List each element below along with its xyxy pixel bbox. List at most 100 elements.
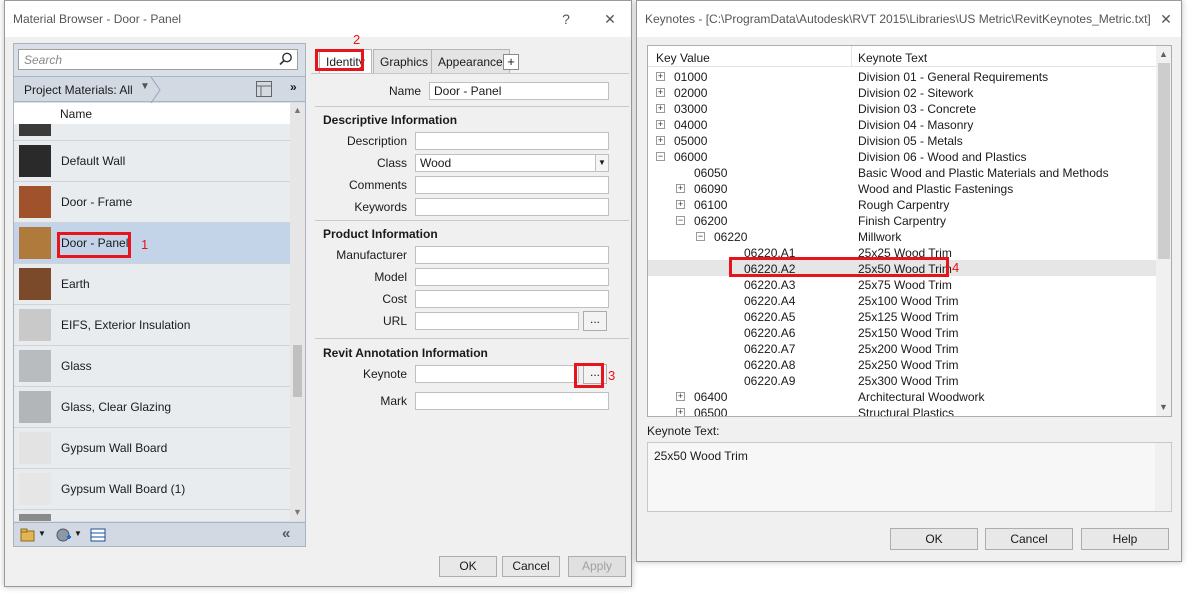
search-icon[interactable] — [278, 51, 294, 67]
tree-row[interactable]: +05000 Division 05 - Metals — [648, 132, 1156, 148]
expand-icon[interactable]: + — [656, 72, 665, 81]
tree-row[interactable]: 06220.A5 25x125 Wood Trim — [648, 308, 1156, 324]
keywords-field[interactable] — [415, 198, 609, 216]
material-browser-titlebar: Material Browser - Door - Panel ? ✕ — [5, 1, 631, 37]
help-button[interactable]: ? — [555, 9, 577, 29]
asset-browser-icon[interactable] — [90, 527, 106, 543]
scrollbar-thumb[interactable] — [293, 345, 302, 397]
scroll-down-icon[interactable]: ▼ — [293, 507, 302, 517]
help-button[interactable]: Help — [1081, 528, 1169, 550]
tree-row[interactable]: +06400 Architectural Woodwork — [648, 388, 1156, 404]
new-material-icon[interactable] — [56, 527, 72, 543]
ok-button[interactable]: OK — [439, 556, 497, 577]
scrollbar-thumb[interactable] — [1158, 63, 1170, 259]
mark-field[interactable] — [415, 392, 609, 410]
material-list-item[interactable] — [14, 510, 290, 521]
description-field[interactable] — [415, 132, 609, 150]
cancel-button[interactable]: Cancel — [502, 556, 560, 577]
class-select[interactable]: Wood ▼ — [415, 154, 609, 172]
close-button[interactable]: ✕ — [599, 9, 621, 29]
tree-row[interactable]: 06050 Basic Wood and Plastic Materials an… — [648, 164, 1156, 180]
chevron-down-icon[interactable]: ▼ — [595, 155, 608, 171]
expand-icon[interactable]: + — [656, 104, 665, 113]
tree-row[interactable]: 06220.A3 25x75 Wood Trim — [648, 276, 1156, 292]
model-field[interactable] — [415, 268, 609, 286]
tab-graphics[interactable]: Graphics — [373, 49, 436, 73]
chevron-down-icon[interactable]: ▼ — [74, 529, 82, 538]
add-asset-button[interactable]: + — [503, 54, 519, 70]
key-value: 03000 — [674, 102, 708, 116]
key-value-header[interactable]: Key Value — [656, 51, 710, 65]
scroll-up-icon[interactable]: ▲ — [1159, 49, 1168, 59]
open-library-icon[interactable] — [20, 527, 36, 543]
tree-row[interactable]: +06090 Wood and Plastic Fastenings — [648, 180, 1156, 196]
collapse-icon[interactable]: − — [656, 152, 665, 161]
tree-row[interactable]: 06220.A8 25x250 Wood Trim — [648, 356, 1156, 372]
collapse-icon[interactable]: − — [696, 232, 705, 241]
comments-field[interactable] — [415, 176, 609, 194]
url-browse-button[interactable]: ... — [583, 311, 607, 331]
view-options-icon[interactable] — [256, 81, 272, 97]
tab-appearance[interactable]: Appearance — [431, 49, 510, 73]
expand-icon[interactable]: + — [656, 120, 665, 129]
tree-row[interactable]: 06220.A6 25x150 Wood Trim — [648, 324, 1156, 340]
tree-row[interactable]: +01000 Division 01 - General Requirements — [648, 68, 1156, 84]
material-list-item[interactable]: Default Roof — [14, 124, 290, 141]
material-list-item[interactable]: Door - Frame — [14, 182, 290, 223]
expand-icon[interactable]: + — [676, 408, 685, 416]
expand-icon[interactable]: + — [656, 88, 665, 97]
keynote-text-header[interactable]: Keynote Text — [858, 51, 927, 65]
callout-number-1: 1 — [141, 237, 149, 252]
url-field[interactable] — [415, 312, 579, 330]
material-list-item[interactable]: Default Wall — [14, 141, 290, 182]
material-list-item[interactable]: EIFS, Exterior Insulation — [14, 305, 290, 346]
collapse-panel-icon[interactable]: « — [282, 525, 290, 542]
scroll-up-icon[interactable]: ▲ — [293, 105, 302, 115]
material-list-item[interactable]: Gypsum Wall Board — [14, 428, 290, 469]
close-button[interactable]: ✕ — [1155, 9, 1177, 29]
tree-row[interactable]: −06000 Division 06 - Wood and Plastics — [648, 148, 1156, 164]
ok-button[interactable]: OK — [890, 528, 978, 550]
chevron-down-icon[interactable]: ▼ — [140, 81, 150, 92]
cancel-button[interactable]: Cancel — [985, 528, 1073, 550]
tree-row[interactable]: +03000 Division 03 - Concrete — [648, 100, 1156, 116]
column-divider[interactable] — [851, 46, 852, 67]
keynote-text-scrollbar[interactable] — [1155, 443, 1171, 511]
keynote-text-value: 25x50 Wood Trim — [654, 449, 748, 463]
keynote-field[interactable] — [415, 365, 579, 383]
material-list-item[interactable]: Glass, Clear Glazing — [14, 387, 290, 428]
search-input[interactable]: Search — [18, 49, 298, 70]
collapse-icon[interactable]: − — [676, 216, 685, 225]
scroll-down-icon[interactable]: ▼ — [1159, 402, 1168, 412]
column-name-header[interactable]: Name — [60, 107, 92, 121]
tree-row[interactable]: 06220.A7 25x200 Wood Trim — [648, 340, 1156, 356]
expand-icon[interactable]: + — [676, 184, 685, 193]
cost-field[interactable] — [415, 290, 609, 308]
expand-icon[interactable]: + — [656, 136, 665, 145]
apply-button[interactable]: Apply — [568, 556, 626, 577]
manufacturer-field[interactable] — [415, 246, 609, 264]
name-field[interactable]: Door - Panel — [429, 82, 609, 100]
material-list-item[interactable]: Glass — [14, 346, 290, 387]
expand-icon[interactable]: + — [676, 392, 685, 401]
tree-row[interactable]: +06100 Rough Carpentry — [648, 196, 1156, 212]
material-list-item[interactable]: Door - Panel — [14, 223, 290, 264]
tree-row[interactable]: +06500 Structural Plastics — [648, 404, 1156, 416]
tree-scrollbar[interactable]: ▲ ▼ — [1156, 46, 1171, 416]
material-list-item[interactable]: Gypsum Wall Board (1) — [14, 469, 290, 510]
chevron-down-icon[interactable]: ▼ — [38, 529, 46, 538]
tree-row[interactable]: +02000 Division 02 - Sitework — [648, 84, 1156, 100]
tree-row[interactable]: −06220 Millwork — [648, 228, 1156, 244]
name-label: Name — [388, 84, 421, 98]
tree-row[interactable]: −06200 Finish Carpentry — [648, 212, 1156, 228]
keynote-text: Millwork — [858, 230, 902, 244]
material-list-scrollbar[interactable]: ▲ ▼ — [290, 103, 305, 521]
material-name: Door - Frame — [61, 195, 133, 209]
tree-row[interactable]: 06220.A4 25x100 Wood Trim — [648, 292, 1156, 308]
tree-row[interactable]: 06220.A9 25x300 Wood Trim — [648, 372, 1156, 388]
project-materials-filter[interactable]: Project Materials: All ▼ » — [14, 76, 305, 103]
material-list-item[interactable]: Earth — [14, 264, 290, 305]
expand-icon[interactable]: + — [676, 200, 685, 209]
expand-icon[interactable]: » — [290, 80, 297, 94]
tree-row[interactable]: +04000 Division 04 - Masonry — [648, 116, 1156, 132]
